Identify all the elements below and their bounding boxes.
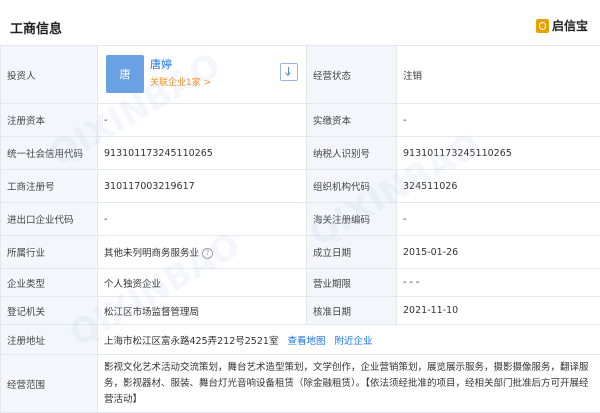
address-value: 上海市松江区富永路425弄212号2521室	[104, 336, 278, 347]
help-icon[interactable]: ?	[202, 248, 213, 259]
export-icon[interactable]	[280, 63, 298, 81]
row-label: 工商注册号	[1, 170, 98, 203]
investor-label: 投资人	[1, 46, 98, 104]
investor-cell: 唐 唐婷 关联企业1家 >	[98, 46, 307, 104]
address-cell: 上海市松江区富永路425弄212号2521室 查看地图 附近企业	[98, 325, 600, 355]
header: 工商信息 启信宝	[0, 0, 600, 40]
table-row: 注册资本 - 实缴资本 -	[1, 104, 600, 137]
row-label: 登记机关	[1, 297, 98, 325]
table-row: 投资人 唐 唐婷 关联企业1家 > 经营状态 注销	[1, 46, 600, 104]
row-label: 营业期限	[307, 269, 397, 297]
brand: 启信宝	[536, 17, 588, 34]
row-value: -	[98, 203, 307, 236]
row-label: 实缴资本	[307, 104, 397, 137]
scope-value: 影视文化艺术活动交流策划，舞台艺术造型策划，文学创作，企业营销策划，展览展示服务…	[98, 355, 600, 413]
row-value: 其他未列明商务服务业?	[98, 236, 307, 269]
row-value: -	[397, 203, 600, 236]
row-value: 91310117324511026​5	[98, 137, 307, 170]
table-row: 登记机关 松江区市场监督管理局 核准日期 2021-11-10	[1, 297, 600, 325]
scope-label: 经营范围	[1, 355, 98, 413]
page-title: 工商信息	[10, 18, 62, 37]
view-map-link[interactable]: 查看地图	[287, 336, 325, 347]
nearby-companies-link[interactable]: 附近企业	[335, 336, 373, 347]
business-info-table: 投资人 唐 唐婷 关联企业1家 > 经营状态 注销 注册资本 - 实缴资本 - …	[0, 45, 600, 413]
row-label: 核准日期	[307, 297, 397, 325]
investor-name-link[interactable]: 唐婷	[150, 56, 172, 72]
row-value: 2015-01-26	[397, 236, 600, 269]
table-row: 所属行业 其他未列明商务服务业? 成立日期 2015-01-26	[1, 236, 600, 269]
table-row: 企业类型 个人独资企业 营业期限 - - -	[1, 269, 600, 297]
row-value: 个人独资企业	[98, 269, 307, 297]
row-value: 松江区市场监督管理局	[98, 297, 307, 325]
row-value: 2021-11-10	[397, 297, 600, 325]
row-label: 企业类型	[1, 269, 98, 297]
row-label: 进出口企业代码	[1, 203, 98, 236]
row-label: 纳税人识别号	[307, 137, 397, 170]
row-value: -	[397, 104, 600, 137]
table-row: 进出口企业代码 - 海关注册编码 -	[1, 203, 600, 236]
row-value: 913101173245110265	[397, 137, 600, 170]
row-label: 海关注册编码	[307, 203, 397, 236]
row-label: 组织机构代码	[307, 170, 397, 203]
status-value: 注销	[397, 46, 600, 104]
row-value: -	[98, 104, 307, 137]
row-label: 成立日期	[307, 236, 397, 269]
qixinbao-logo-icon	[536, 19, 549, 33]
row-value: - - -	[397, 269, 600, 297]
table-row: 统一社会信用代码 91310117324511026​5 纳税人识别号 9131…	[1, 137, 600, 170]
row-value: 324511026	[397, 170, 600, 203]
row-label: 所属行业	[1, 236, 98, 269]
industry-value: 其他未列明商务服务业	[104, 248, 199, 259]
table-row: 注册地址 上海市松江区富永路425弄212号2521室 查看地图 附近企业	[1, 325, 600, 355]
related-companies-link[interactable]: 关联企业1家 >	[150, 75, 211, 88]
table-row: 经营范围 影视文化艺术活动交流策划，舞台艺术造型策划，文学创作，企业营销策划，展…	[1, 355, 600, 413]
address-label: 注册地址	[1, 325, 98, 355]
row-label: 统一社会信用代码	[1, 137, 98, 170]
brand-name: 启信宝	[552, 17, 588, 34]
status-label: 经营状态	[307, 46, 397, 104]
row-label: 注册资本	[1, 104, 98, 137]
avatar: 唐	[106, 55, 144, 93]
table-row: 工商注册号 310117003219617 组织机构代码 324511026	[1, 170, 600, 203]
row-value: 310117003219617	[98, 170, 307, 203]
